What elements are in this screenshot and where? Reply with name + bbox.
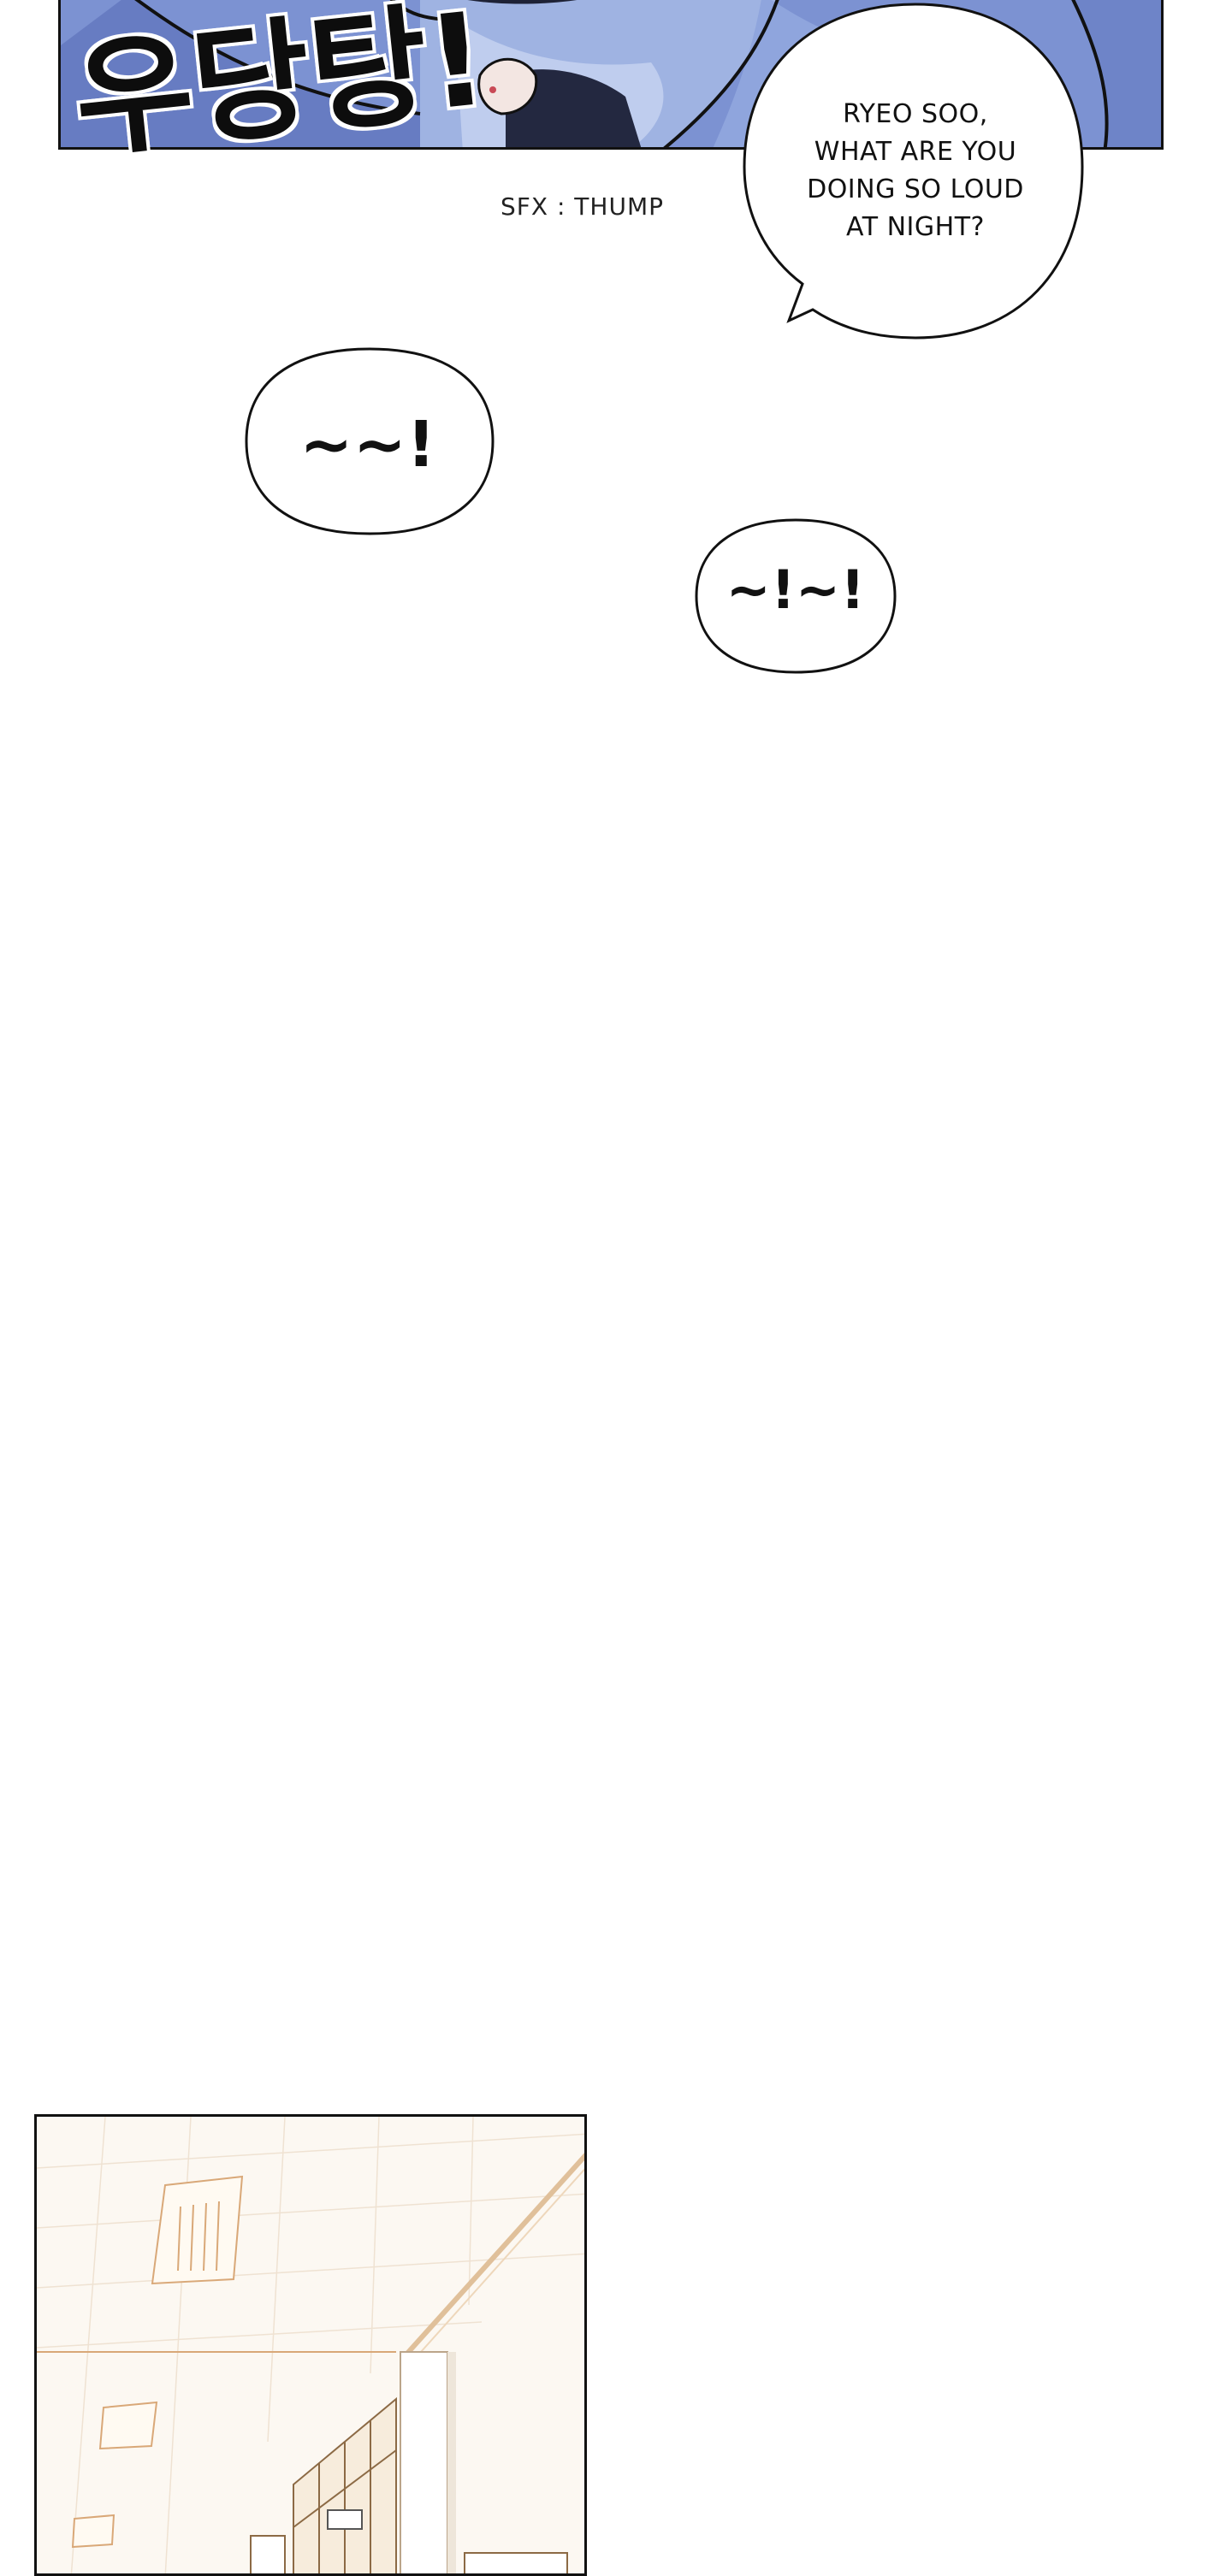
hallway-comic-panel bbox=[34, 2114, 587, 2576]
sfx-translation-label: SFX : THUMP bbox=[500, 192, 664, 221]
small-bubble-1-text: ~~! bbox=[299, 408, 436, 482]
hallway-illustration bbox=[37, 2117, 584, 2573]
small-bubble-2-text: ~!~! bbox=[726, 558, 866, 621]
speech-bubble-text: RYEO SOO, WHAT ARE YOU DOING SO LOUD AT … bbox=[807, 99, 1024, 242]
